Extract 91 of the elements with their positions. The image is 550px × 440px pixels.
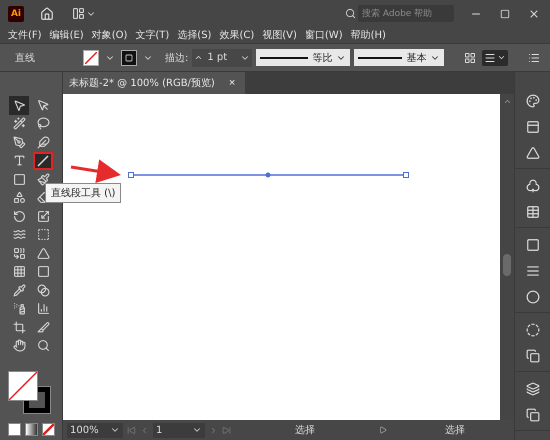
align-button[interactable]: [482, 50, 508, 66]
type-icon: [12, 154, 26, 168]
none-mode-icon[interactable]: [42, 423, 54, 436]
selection-label: 直线: [15, 52, 36, 64]
brush-dropdown[interactable]: 基本: [354, 49, 444, 66]
stroke-swatch[interactable]: [24, 387, 50, 413]
hand-icon: [12, 339, 26, 352]
tooltip: 直线段工具 (\): [45, 183, 122, 203]
arrow: [70, 159, 121, 184]
tool-button[interactable]: [9, 96, 29, 114]
copy-icon: [526, 408, 540, 422]
copy-icon: [526, 349, 540, 363]
close-icon: [528, 8, 540, 20]
maximize-icon: [500, 8, 510, 18]
home-icon: [40, 6, 54, 20]
crop-icon: [12, 320, 26, 334]
chevron-icon: [497, 53, 506, 62]
menu-item[interactable]: 编辑(E): [50, 28, 84, 42]
fill-swatch[interactable]: [8, 371, 38, 401]
panel-button[interactable]: [524, 92, 542, 110]
tool-button[interactable]: [33, 152, 53, 170]
app-logo[interactable]: Ai: [8, 6, 24, 22]
scroll-up-icon[interactable]: [502, 97, 512, 106]
palette-icon: [526, 94, 540, 108]
menu-item[interactable]: 文件(F): [8, 28, 42, 42]
scrollbar[interactable]: [500, 94, 514, 420]
panel-button[interactable]: [524, 321, 542, 339]
zoom-dropdown[interactable]: 100%: [67, 422, 123, 438]
panel-icon: [526, 120, 540, 134]
stroke-label: 描边:: [165, 52, 188, 64]
lasso-icon: [36, 117, 50, 130]
stroke-icon: [125, 54, 133, 62]
menu-item[interactable]: 帮助(H): [350, 28, 386, 42]
panel-button[interactable]: [524, 288, 542, 306]
align-icon: [484, 52, 496, 64]
line-icon: [37, 154, 49, 167]
panel-button[interactable]: [524, 406, 542, 424]
menu-item[interactable]: 选择(S): [177, 28, 212, 42]
panel-button[interactable]: [524, 347, 542, 365]
menu-item[interactable]: 窗口(W): [304, 28, 343, 42]
menu-item[interactable]: 对象(O): [92, 28, 128, 42]
blend-icon: [36, 284, 50, 297]
stroke-weight-field[interactable]: 1 pt: [192, 48, 252, 66]
club-icon: [526, 179, 540, 193]
pen-icon: [12, 136, 26, 149]
grid-icon: [464, 52, 476, 64]
search-icon: [36, 339, 50, 352]
close-tab-button[interactable]: ×: [228, 77, 236, 89]
stepper-icon: [194, 53, 204, 62]
table-icon: [526, 205, 540, 219]
layers-icon: [526, 382, 540, 396]
gradient-mode-icon[interactable]: [24, 423, 38, 436]
pointer-icon: [12, 98, 26, 112]
warp-icon: [12, 228, 26, 242]
search-icon: [345, 8, 356, 19]
menu-item[interactable]: 效果(C): [219, 28, 254, 42]
menu-item[interactable]: 视图(V): [262, 28, 297, 42]
chart-icon: [36, 302, 50, 316]
circle-icon: [526, 290, 540, 304]
home-button[interactable]: [38, 4, 56, 22]
color-mode-icon[interactable]: [8, 423, 20, 436]
panel-button[interactable]: [524, 177, 542, 195]
shapes-icon: [12, 191, 26, 204]
search-field[interactable]: 搜索 Adobe 帮助: [358, 5, 454, 22]
panel-button[interactable]: [524, 380, 542, 398]
scale-icon: [36, 210, 50, 223]
wand-icon: [12, 117, 26, 130]
brush-icon: [36, 172, 50, 186]
document-tab[interactable]: 未标题-2* @ 100% (RGB/预览) ×: [63, 72, 246, 94]
menu-item[interactable]: 文字(T): [135, 28, 170, 42]
panel-button[interactable]: [524, 144, 542, 162]
layout-icon: [72, 7, 85, 20]
page-field[interactable]: 1: [153, 422, 205, 438]
scroll-thumb[interactable]: [503, 254, 511, 276]
play-icon[interactable]: [379, 426, 387, 434]
arrow-icon: [36, 98, 50, 112]
fill-swatch[interactable]: [83, 50, 99, 66]
feather-icon: [36, 136, 50, 149]
mesh-icon: [12, 265, 26, 278]
triangle-icon: [526, 146, 540, 160]
dashed-circle-icon: [526, 323, 540, 337]
stroke-swatch[interactable]: [121, 50, 137, 66]
rectangle-icon: [12, 172, 26, 186]
knife-icon: [36, 320, 50, 334]
lines-icon: [526, 264, 540, 278]
status-text: 选择: [295, 424, 315, 437]
profile-dropdown[interactable]: 等比: [256, 49, 350, 66]
rotate-icon: [12, 210, 26, 223]
eyedropper-icon: [12, 284, 26, 297]
status-text: 选择: [445, 424, 465, 437]
spray-icon: [12, 302, 26, 316]
